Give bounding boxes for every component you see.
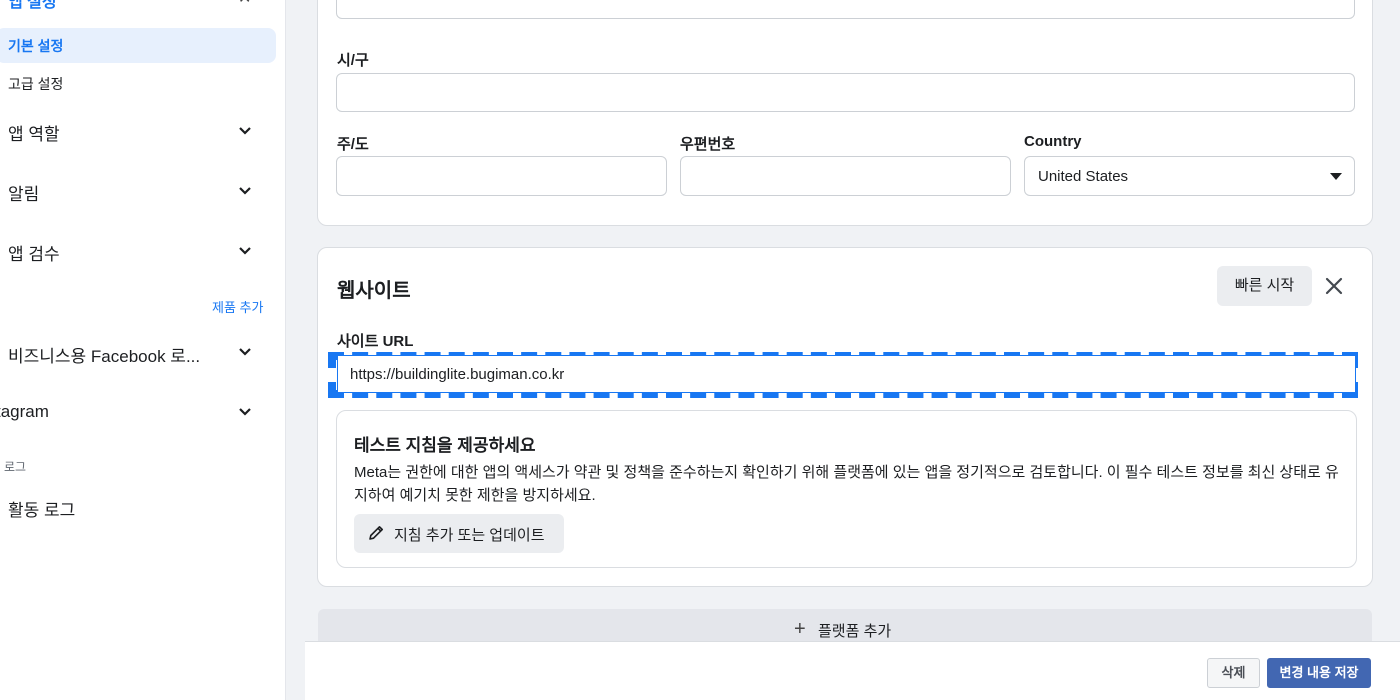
plus-icon: + (794, 618, 806, 640)
country-select-value: United States (1038, 168, 1129, 185)
add-platform-label: 플랫폼 추가 (818, 623, 892, 640)
test-instructions-body: Meta는 권한에 대한 앱의 액세스가 약관 및 정책을 준수하는지 확인하기… (354, 464, 1339, 504)
sidebar-item-alerts[interactable]: 알림 (8, 180, 39, 205)
address-card: 시/구 주/도 우편번호 Country United States (317, 0, 1373, 226)
city-input[interactable] (336, 73, 1355, 112)
quick-start-button[interactable]: 빠른 시작 (1217, 266, 1312, 306)
close-icon[interactable] (1323, 275, 1345, 297)
save-changes-button[interactable]: 변경 내용 저장 (1267, 658, 1371, 688)
state-input[interactable] (336, 156, 667, 196)
log-header: 로그 (4, 460, 27, 474)
chevron-down-icon[interactable] (238, 246, 252, 256)
chevron-down-icon[interactable] (238, 126, 252, 136)
add-product-link[interactable]: 제품 추가 (212, 297, 263, 316)
sidebar-item-basic-settings-label[interactable]: 기본 설정 (8, 36, 63, 56)
site-url-input[interactable]: https://buildinglite.bugiman.co.kr (337, 355, 1356, 393)
add-update-instructions-button[interactable]: 지침 추가 또는 업데이트 (354, 514, 564, 553)
test-instructions-box: 테스트 지침을 제공하세요 Meta는 권한에 대한 앱의 액세스가 약관 및 … (336, 410, 1357, 568)
collapse-icon[interactable]: ✕ (238, 0, 251, 8)
country-label: Country (1024, 133, 1082, 150)
site-url-value: https://buildinglite.bugiman.co.kr (350, 366, 565, 383)
delete-button[interactable]: 삭제 (1207, 658, 1260, 688)
country-select[interactable]: United States (1024, 156, 1355, 196)
site-url-label: 사이트 URL (337, 333, 414, 350)
sidebar-item-app-review[interactable]: 앱 검수 (8, 240, 60, 265)
sidebar-item-app-roles[interactable]: 앱 역할 (8, 120, 60, 145)
caret-down-icon (1330, 173, 1342, 180)
sidebar-header-app-settings[interactable]: 앱 설정 (8, 0, 57, 12)
chevron-down-icon[interactable] (238, 407, 252, 417)
sidebar-item-instagram[interactable]: tagram (0, 402, 49, 422)
chevron-down-icon[interactable] (238, 347, 252, 357)
zip-input[interactable] (680, 156, 1011, 196)
footer-bar: 삭제 변경 내용 저장 (305, 641, 1400, 700)
add-update-instructions-label: 지침 추가 또는 업데이트 (394, 527, 545, 544)
state-label: 주/도 (337, 136, 369, 153)
website-card: 웹사이트 빠른 시작 사이트 URL https://buildinglite.… (317, 247, 1373, 587)
test-instructions-title: 테스트 지침을 제공하세요 (354, 436, 536, 455)
sidebar: 앱 설정 ✕ 기본 설정 고급 설정 앱 역할 알림 앱 검수 · 제품 추가 … (0, 0, 286, 700)
chevron-down-icon[interactable] (238, 186, 252, 196)
address-line-input[interactable] (336, 0, 1355, 19)
sidebar-item-activity-log[interactable]: 활동 로그 (8, 496, 75, 521)
sidebar-item-advanced-settings[interactable]: 고급 설정 (8, 74, 63, 94)
sidebar-item-facebook-login-business[interactable]: 비즈니스용 Facebook 로... (8, 342, 200, 367)
city-label: 시/구 (337, 52, 369, 69)
website-title: 웹사이트 (337, 280, 411, 302)
zip-label: 우편번호 (680, 136, 736, 153)
pencil-icon (367, 524, 385, 542)
